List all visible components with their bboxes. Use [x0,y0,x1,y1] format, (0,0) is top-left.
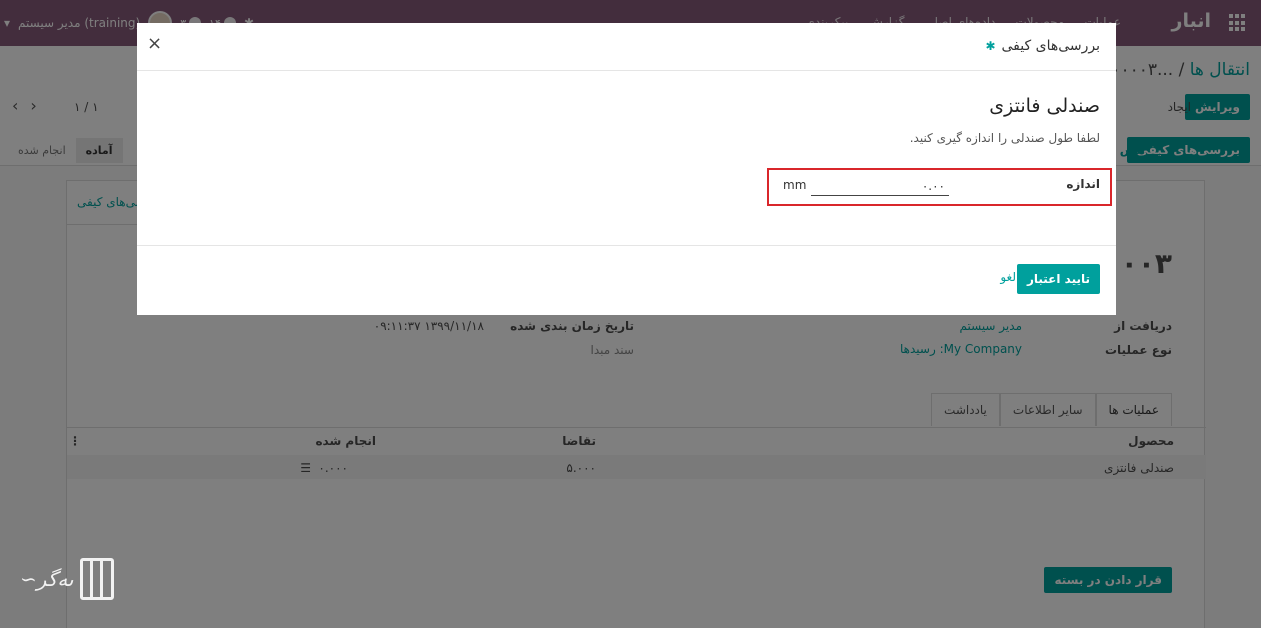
measure-input[interactable] [811,176,949,196]
watermark-text-graphic: ∽ىەگر [20,567,74,591]
measure-label: اندازه [1066,177,1100,191]
measure-field-highlight: اندازه mm [767,168,1112,206]
dialog-footer: تایید اعتبار لغو [137,245,1116,315]
dialog-instruction: لطفا طول صندلی را اندازه گیری کنید. [909,131,1100,145]
dialog-product-name: صندلی فانتزی [989,95,1100,117]
dialog-title-text: بررسی‌های کیفی [1001,38,1100,54]
close-icon[interactable]: × [147,33,162,54]
watermark-logo: ∽ىەگر [20,558,114,600]
dialog-header: بررسی‌های کیفی ✱ × [137,23,1116,71]
cancel-button[interactable]: لغو [1000,270,1016,284]
quality-check-dialog: بررسی‌های کیفی ✱ × صندلی فانتزی لطفا طول… [137,23,1116,315]
dialog-title: بررسی‌های کیفی ✱ [985,38,1100,54]
validate-button[interactable]: تایید اعتبار [1016,264,1100,294]
bug-icon: ✱ [985,39,996,53]
watermark-mark-icon [79,558,114,600]
measure-unit: mm [783,178,807,192]
